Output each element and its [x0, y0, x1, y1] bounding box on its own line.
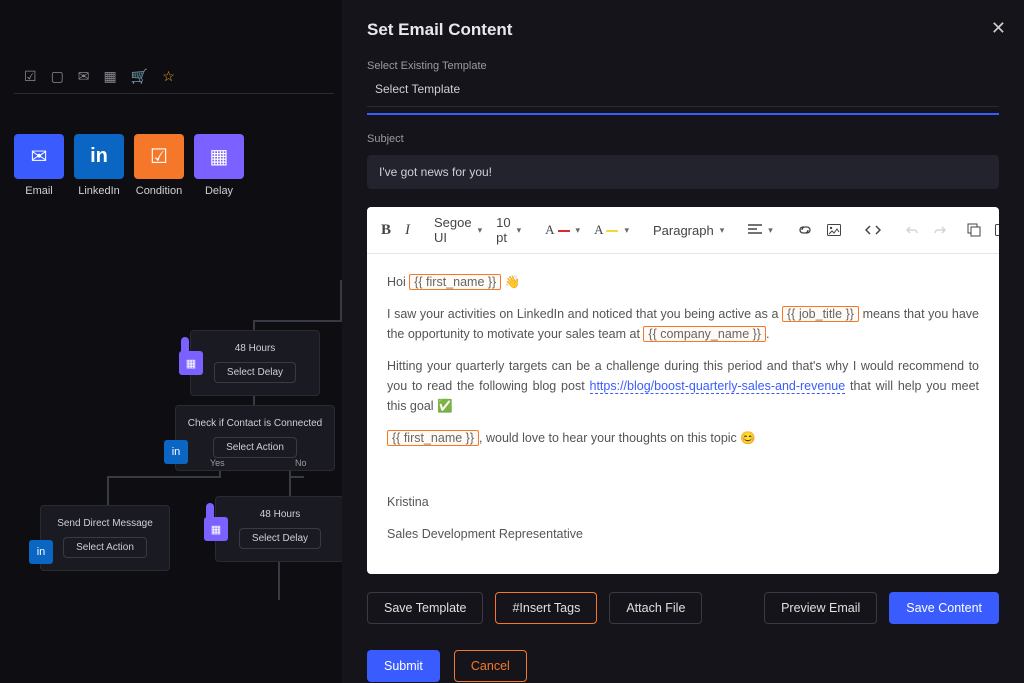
preview-email-button[interactable]: Preview Email: [764, 592, 877, 624]
select-delay-button[interactable]: Select Delay: [214, 362, 296, 383]
merge-tag-first-name: {{ first_name }}: [387, 430, 479, 446]
linkedin-icon: in: [164, 440, 188, 464]
paragraph-select[interactable]: Paragraph: [649, 221, 728, 240]
video-icon[interactable]: [991, 222, 999, 238]
select-action-button[interactable]: Select Action: [213, 437, 297, 458]
linkedin-icon: in: [90, 145, 108, 168]
envelope-icon: ✉: [31, 144, 48, 169]
editor-body[interactable]: Hoi {{ first_name }} 👋 I saw your activi…: [367, 254, 999, 574]
bold-button[interactable]: B: [377, 220, 395, 241]
node-title: 48 Hours: [226, 509, 334, 520]
check-icon: ☑: [150, 144, 168, 169]
calendar-icon[interactable]: ▦: [104, 68, 117, 85]
calendar-icon: ▦: [204, 517, 228, 541]
branch-yes: Yes: [210, 458, 225, 468]
rich-text-editor: B I Segoe UI 10 pt A A Paragraph ⌄: [367, 207, 999, 574]
link-button[interactable]: [793, 222, 817, 238]
linkedin-icon: in: [29, 540, 53, 564]
subject-label: Subject: [367, 133, 999, 145]
submit-button[interactable]: Submit: [367, 650, 440, 682]
accent-divider: [367, 113, 999, 115]
action-email[interactable]: ✉ Email: [14, 134, 64, 197]
signature-role: Sales Development Representative: [387, 524, 979, 544]
image-button[interactable]: [823, 222, 845, 238]
mail-icon[interactable]: ✉: [78, 68, 90, 85]
select-delay-button[interactable]: Select Delay: [239, 528, 321, 549]
modal-title: Set Email Content: [367, 20, 999, 40]
calendar-icon: ▦: [210, 144, 229, 169]
checklist-icon[interactable]: ☑: [24, 68, 37, 85]
body-text: .: [766, 327, 769, 341]
node-title: Check if Contact is Connected: [186, 418, 324, 429]
subject-input[interactable]: [367, 155, 999, 189]
highlight-button[interactable]: A: [590, 220, 633, 240]
flow-canvas: ▦ 48 Hours Select Delay in Check if Cont…: [0, 280, 340, 680]
undo-button[interactable]: [901, 222, 923, 238]
align-button[interactable]: [744, 222, 777, 238]
action-delay[interactable]: ▦ Delay: [194, 134, 244, 197]
action-label: Email: [14, 185, 64, 197]
merge-tag-company: {{ company_name }}: [643, 326, 766, 342]
cart-icon[interactable]: 🛒: [131, 68, 148, 85]
email-content-modal: ✕ Set Email Content Select Existing Temp…: [342, 0, 1024, 683]
font-family-select[interactable]: Segoe UI: [430, 213, 486, 247]
action-condition[interactable]: ☑ Condition: [134, 134, 184, 197]
connector: [253, 320, 342, 322]
connector: [289, 476, 304, 478]
save-content-button[interactable]: Save Content: [889, 592, 999, 624]
wave-emoji: 👋: [505, 275, 521, 289]
close-icon[interactable]: ✕: [991, 18, 1006, 39]
cancel-button[interactable]: Cancel: [454, 650, 527, 682]
action-palette: ✉ Email in LinkedIn ☑ Condition ▦ Delay: [14, 134, 334, 197]
star-icon[interactable]: ☆: [162, 68, 175, 85]
action-label: Delay: [194, 185, 244, 197]
node-title: Send Direct Message: [51, 518, 159, 529]
action-label: LinkedIn: [74, 185, 124, 197]
insert-tags-button[interactable]: #Insert Tags: [495, 592, 597, 624]
attach-file-button[interactable]: Attach File: [609, 592, 702, 624]
body-text: , would love to hear your thoughts on th…: [479, 431, 756, 445]
branch-no: No: [295, 458, 307, 468]
copy-icon[interactable]: [963, 221, 985, 239]
editor-toolbar: B I Segoe UI 10 pt A A Paragraph ⌄: [367, 207, 999, 254]
italic-button[interactable]: I: [401, 220, 414, 241]
node-title: 48 Hours: [201, 343, 309, 354]
code-view-button[interactable]: [861, 222, 885, 238]
node-delay-48h-2[interactable]: ▦ 48 Hours Select Delay: [215, 496, 345, 562]
calendar-icon: ▦: [179, 351, 203, 375]
signature-name: Kristina: [387, 492, 979, 512]
left-toolbar: ☑ ▢ ✉ ▦ 🛒 ☆: [14, 60, 334, 94]
merge-tag-job-title: {{ job_title }}: [782, 306, 859, 322]
check-emoji: ✅: [437, 399, 453, 413]
connector: [107, 476, 109, 506]
connector: [107, 476, 221, 478]
redo-button[interactable]: [929, 222, 951, 238]
action-label: Condition: [134, 185, 184, 197]
body-text: Hoi: [387, 275, 409, 289]
merge-tag-first-name: {{ first_name }}: [409, 274, 501, 290]
save-template-button[interactable]: Save Template: [367, 592, 483, 624]
chat-icon[interactable]: ▢: [51, 68, 64, 85]
template-label: Select Existing Template: [367, 60, 999, 72]
font-color-button[interactable]: A: [541, 220, 584, 240]
font-size-select[interactable]: 10 pt: [492, 213, 525, 247]
connector: [253, 320, 255, 330]
node-send-dm[interactable]: in Send Direct Message Select Action: [40, 505, 170, 571]
node-delay-48h[interactable]: ▦ 48 Hours Select Delay: [190, 330, 320, 396]
connector: [289, 476, 291, 496]
node-condition[interactable]: in Check if Contact is Connected Select …: [175, 405, 335, 471]
action-linkedin[interactable]: in LinkedIn: [74, 134, 124, 197]
template-select[interactable]: Select Template: [367, 76, 999, 107]
select-action-button[interactable]: Select Action: [63, 537, 147, 558]
body-link[interactable]: https://blog/boost-quarterly-sales-and-r…: [590, 379, 846, 394]
body-text: I saw your activities on LinkedIn and no…: [387, 307, 782, 321]
